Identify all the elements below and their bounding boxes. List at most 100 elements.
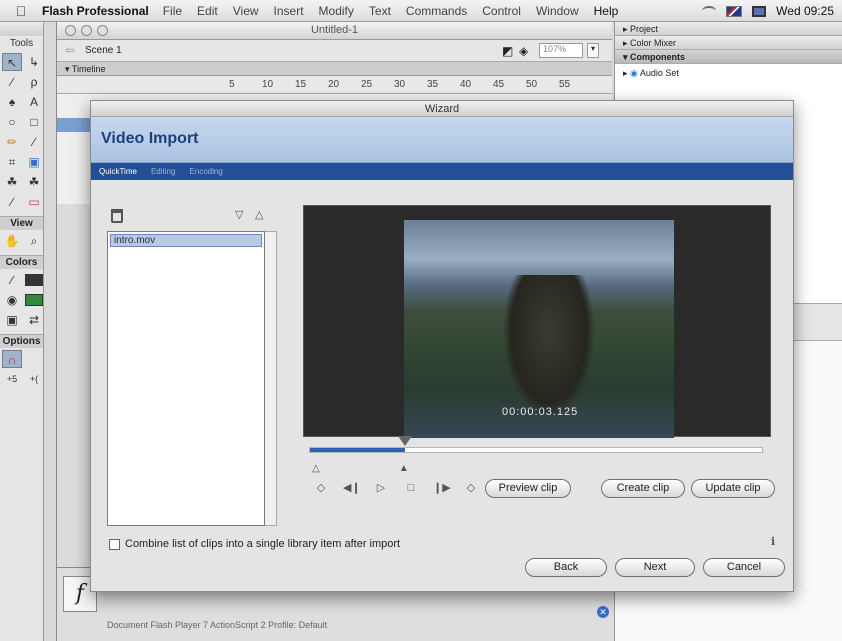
timeline-header[interactable]: ▾ Timeline	[57, 62, 612, 76]
play-icon[interactable]: ▷	[373, 481, 389, 495]
combine-label: Combine list of clips into a single libr…	[125, 538, 401, 550]
properties-summary: Document Flash Player 7 ActionScript 2 P…	[107, 620, 328, 630]
fill-color-icon[interactable]: ◉	[2, 291, 22, 309]
wizard-title[interactable]: Wizard	[91, 101, 793, 117]
audio-set-label: Audio Set	[639, 68, 679, 78]
input-flag-icon[interactable]	[726, 5, 743, 17]
scrubber-fill	[310, 448, 405, 452]
step-back-icon[interactable]: ◀❙	[343, 481, 361, 495]
document-title-bar[interactable]: Untitled-1	[57, 22, 612, 40]
ink-bottle-tool-icon[interactable]: ☘	[2, 173, 22, 191]
panel-components-header[interactable]: ▾ Components	[615, 50, 842, 64]
hand-tool-icon[interactable]: ✋	[2, 232, 22, 250]
free-transform-tool-icon[interactable]: ⌗	[2, 153, 22, 171]
panel-project-header[interactable]: ▸ Project	[615, 22, 842, 36]
menu-insert[interactable]: Insert	[274, 4, 304, 18]
brush-tool-icon[interactable]: ∕	[24, 133, 44, 151]
line-tool-icon[interactable]: ∕	[2, 73, 22, 91]
oval-tool-icon[interactable]: ○	[2, 113, 22, 131]
audio-set-icon: ◉	[630, 68, 638, 78]
apple-icon[interactable]: 	[0, 3, 42, 19]
step-forward-icon[interactable]: ❙▶	[433, 481, 451, 495]
view-section-label: View	[0, 216, 43, 230]
edit-symbol-icon[interactable]: ◈	[519, 44, 528, 58]
lasso-tool-icon[interactable]: ρ	[24, 73, 44, 91]
stop-icon[interactable]: □	[403, 481, 419, 495]
update-clip-button[interactable]: Update clip	[691, 479, 775, 498]
combine-option[interactable]: Combine list of clips into a single libr…	[109, 538, 400, 550]
menu-control[interactable]: Control	[482, 4, 521, 18]
move-up-icon[interactable]: △	[255, 208, 263, 221]
frame-number: 10	[262, 79, 274, 90]
menu-window[interactable]: Window	[536, 4, 579, 18]
clip-list[interactable]: intro.mov	[107, 231, 265, 526]
preview-clip-button[interactable]: Preview clip	[485, 479, 571, 498]
eraser-tool-icon[interactable]: ▭	[24, 193, 44, 211]
next-button[interactable]: Next	[615, 558, 695, 577]
pen-tool-icon[interactable]: ♠	[2, 93, 22, 111]
wifi-icon[interactable]	[702, 6, 717, 16]
scrubber-track[interactable]	[309, 436, 763, 453]
combine-checkbox[interactable]	[109, 538, 120, 550]
timecode: 00:00:03.125	[502, 406, 579, 418]
panel-color-mixer-label: Color Mixer	[630, 38, 677, 48]
default-colors-icon[interactable]: ▣	[2, 311, 22, 329]
rectangle-tool-icon[interactable]: □	[24, 113, 44, 131]
stroke-swatch[interactable]	[24, 271, 44, 289]
clip-list-scrollbar[interactable]	[265, 231, 277, 526]
menu-text[interactable]: Text	[369, 4, 391, 18]
snap-magnet-icon[interactable]: ∩	[2, 350, 22, 368]
menu-file[interactable]: File	[163, 4, 182, 18]
trash-icon[interactable]	[111, 209, 123, 223]
display-icon[interactable]	[752, 5, 767, 17]
tools-title-bar[interactable]	[0, 22, 43, 36]
menu-view[interactable]: View	[233, 4, 259, 18]
stroke-color-icon[interactable]: ∕	[2, 271, 22, 289]
playhead-handle[interactable]	[397, 436, 412, 446]
menu-app-name[interactable]: Flash Professional	[42, 4, 149, 18]
subselect-tool-icon[interactable]: ↳	[24, 53, 44, 71]
paint-bucket-tool-icon[interactable]: ☘	[24, 173, 44, 191]
set-in-point-icon[interactable]: ◇	[313, 481, 329, 495]
in-point-marker-icon[interactable]: △	[312, 463, 320, 474]
menu-edit[interactable]: Edit	[197, 4, 218, 18]
menu-commands[interactable]: Commands	[406, 4, 467, 18]
options-tool-grid: ∩ +5 +(	[0, 348, 43, 390]
tools-palette: Tools ↖ ↳ ∕ ρ ♠ A ○ □ ✏ ∕ ⌗ ▣ ☘ ☘ ∕ ▭ Vi…	[0, 22, 44, 641]
text-tool-icon[interactable]: A	[24, 93, 44, 111]
swap-colors-icon[interactable]: ⇄	[24, 311, 44, 329]
set-out-point-icon[interactable]: ◇	[463, 481, 479, 495]
back-arrow-icon[interactable]: ⇦	[65, 43, 75, 57]
timeline-label: Timeline	[71, 64, 106, 74]
straighten-option-icon[interactable]: +(	[24, 370, 44, 388]
move-down-icon[interactable]: ▽	[235, 208, 243, 221]
clip-list-item[interactable]: intro.mov	[110, 234, 262, 247]
fill-transform-tool-icon[interactable]: ▣	[24, 153, 44, 171]
help-icon[interactable]: ℹ	[771, 535, 775, 548]
out-point-marker-icon[interactable]: ▲	[399, 463, 409, 474]
component-audio-set[interactable]: ▸ ◉ Audio Set	[623, 68, 834, 79]
zoom-field[interactable]: 107%	[539, 43, 583, 58]
fill-swatch[interactable]	[24, 291, 44, 309]
pencil-tool-icon[interactable]: ✏	[2, 133, 22, 151]
menu-modify[interactable]: Modify	[319, 4, 354, 18]
cancel-button[interactable]: Cancel	[703, 558, 785, 577]
back-button[interactable]: Back	[525, 558, 607, 577]
menu-clock[interactable]: Wed 09:25	[776, 4, 834, 18]
create-clip-button[interactable]: Create clip	[601, 479, 685, 498]
eyedropper-tool-icon[interactable]: ∕	[2, 193, 22, 211]
zoom-tool-icon[interactable]: ⌕	[24, 232, 44, 250]
scene-label[interactable]: Scene 1	[85, 45, 122, 56]
video-subject	[504, 275, 594, 415]
smooth-option-icon[interactable]: +5	[2, 370, 22, 388]
frame-number: 15	[295, 79, 307, 90]
edit-scene-icon[interactable]: ◩	[502, 44, 513, 58]
menu-help[interactable]: Help	[594, 4, 619, 18]
panel-color-mixer-header[interactable]: ▸ Color Mixer	[615, 36, 842, 50]
frame-ruler[interactable]: 5 10 15 20 25 30 35 40 45 50 55	[57, 76, 612, 94]
video-import-wizard: Wizard Video Import QuickTime Editing En…	[90, 100, 794, 592]
options-section-label: Options	[0, 334, 43, 348]
help-circle-icon[interactable]: ✕	[597, 606, 609, 618]
zoom-stepper[interactable]: ▾	[587, 43, 599, 58]
arrow-tool-icon[interactable]: ↖	[2, 53, 22, 71]
